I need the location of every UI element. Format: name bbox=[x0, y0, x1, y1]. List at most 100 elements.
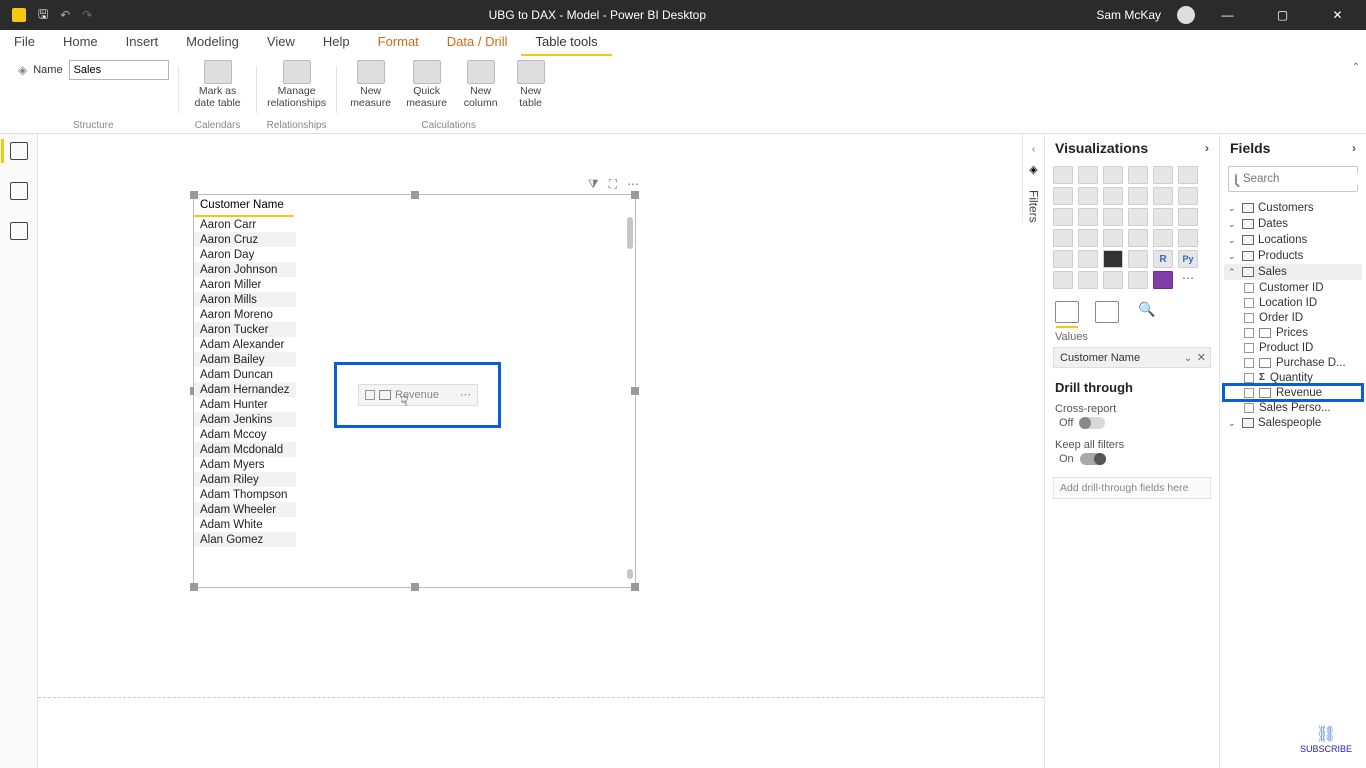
filter-icon[interactable]: ⧩ bbox=[588, 177, 599, 192]
viz-type[interactable] bbox=[1103, 229, 1123, 247]
chevron-left-icon[interactable]: ‹ bbox=[1032, 144, 1035, 155]
resize-handle[interactable] bbox=[411, 583, 419, 591]
table-sales[interactable]: ⌃Sales bbox=[1224, 264, 1362, 280]
viz-type[interactable] bbox=[1078, 250, 1098, 268]
viz-type[interactable] bbox=[1178, 229, 1198, 247]
menu-file[interactable]: File bbox=[0, 30, 49, 56]
viz-type[interactable] bbox=[1103, 187, 1123, 205]
scrollbar-thumb[interactable] bbox=[627, 569, 633, 579]
viz-type[interactable] bbox=[1103, 271, 1123, 289]
maximize-button[interactable]: ▢ bbox=[1260, 0, 1305, 30]
checkbox-icon[interactable] bbox=[1244, 358, 1254, 368]
table-dates[interactable]: ⌄Dates bbox=[1224, 216, 1362, 232]
field-order-id[interactable]: Order ID bbox=[1224, 310, 1362, 325]
menu-help[interactable]: Help bbox=[309, 30, 364, 56]
checkbox-icon[interactable] bbox=[1244, 283, 1254, 293]
fields-tool[interactable] bbox=[1055, 301, 1079, 323]
table-row[interactable]: Aaron Tucker bbox=[194, 322, 296, 337]
table-row[interactable]: Aaron Day bbox=[194, 247, 296, 262]
resize-handle[interactable] bbox=[190, 583, 198, 591]
format-tool[interactable] bbox=[1095, 301, 1119, 323]
table-row[interactable]: Adam Hunter bbox=[194, 397, 296, 412]
table-row[interactable]: Adam Thompson bbox=[194, 487, 296, 502]
viz-type[interactable] bbox=[1128, 166, 1148, 184]
report-view-icon[interactable] bbox=[10, 142, 28, 160]
viz-type[interactable] bbox=[1103, 166, 1123, 184]
field-quantity[interactable]: ΣQuantity bbox=[1224, 370, 1362, 385]
viz-type[interactable] bbox=[1053, 229, 1073, 247]
viz-type[interactable] bbox=[1128, 187, 1148, 205]
fields-search[interactable] bbox=[1228, 166, 1358, 192]
user-name[interactable]: Sam McKay bbox=[1096, 8, 1161, 22]
search-input[interactable] bbox=[1243, 173, 1366, 185]
viz-type[interactable] bbox=[1078, 208, 1098, 226]
field-purchase-date[interactable]: Purchase D... bbox=[1224, 355, 1362, 370]
viz-type[interactable] bbox=[1053, 208, 1073, 226]
field-location-id[interactable]: Location ID bbox=[1224, 295, 1362, 310]
keep-filters-toggle[interactable] bbox=[1080, 453, 1106, 465]
menu-view[interactable]: View bbox=[253, 30, 309, 56]
viz-type[interactable] bbox=[1153, 229, 1173, 247]
table-row[interactable]: Adam Myers bbox=[194, 457, 296, 472]
column-header[interactable]: Customer Name bbox=[194, 195, 294, 217]
table-locations[interactable]: ⌄Locations bbox=[1224, 232, 1362, 248]
report-canvas[interactable]: ⧩ ⛶ ⋯ Customer Name Aaron CarrAaron Cruz… bbox=[38, 134, 1044, 768]
viz-type[interactable] bbox=[1128, 208, 1148, 226]
viz-type-py[interactable]: Py bbox=[1178, 250, 1198, 268]
collapse-ribbon-icon[interactable]: ⌃ bbox=[1352, 62, 1360, 73]
minimize-button[interactable]: ― bbox=[1205, 0, 1250, 30]
field-product-id[interactable]: Product ID bbox=[1224, 340, 1362, 355]
scrollbar-thumb[interactable] bbox=[627, 217, 633, 249]
menu-insert[interactable]: Insert bbox=[112, 30, 173, 56]
resize-handle[interactable] bbox=[631, 387, 639, 395]
close-button[interactable]: ✕ bbox=[1315, 0, 1360, 30]
mark-as-date-button[interactable]: Mark as date table bbox=[189, 60, 247, 109]
menu-home[interactable]: Home bbox=[49, 30, 112, 56]
checkbox-icon[interactable] bbox=[1244, 403, 1254, 413]
new-table-button[interactable]: New table bbox=[511, 60, 551, 109]
viz-type[interactable] bbox=[1078, 271, 1098, 289]
subscribe-badge[interactable]: ⛓ SUBSCRIBE bbox=[1300, 724, 1352, 754]
drill-through-dropzone[interactable]: Add drill-through fields here bbox=[1053, 477, 1211, 499]
viz-type[interactable] bbox=[1053, 250, 1073, 268]
viz-type[interactable] bbox=[1053, 271, 1073, 289]
table-products[interactable]: ⌄Products bbox=[1224, 248, 1362, 264]
table-customers[interactable]: ⌄Customers bbox=[1224, 200, 1362, 216]
data-view-icon[interactable] bbox=[10, 182, 28, 200]
table-row[interactable]: Aaron Cruz bbox=[194, 232, 296, 247]
manage-relationships-button[interactable]: Manage relationships bbox=[268, 60, 326, 109]
viz-type[interactable] bbox=[1153, 208, 1173, 226]
checkbox-icon[interactable] bbox=[1244, 328, 1254, 338]
user-avatar-icon[interactable] bbox=[1177, 6, 1195, 24]
table-row[interactable]: Aaron Carr bbox=[194, 217, 296, 232]
menu-format[interactable]: Format bbox=[364, 30, 433, 56]
name-input[interactable] bbox=[69, 60, 169, 80]
table-row[interactable]: Adam White bbox=[194, 517, 296, 532]
viz-type[interactable] bbox=[1153, 187, 1173, 205]
table-row[interactable]: Aaron Mills bbox=[194, 292, 296, 307]
filters-pane-collapsed[interactable]: ‹ ◈ Filters bbox=[1022, 134, 1044, 223]
viz-type[interactable] bbox=[1078, 229, 1098, 247]
viz-type[interactable] bbox=[1178, 208, 1198, 226]
table-row[interactable]: Adam Alexander bbox=[194, 337, 296, 352]
viz-type-r[interactable]: R bbox=[1153, 250, 1173, 268]
table-row[interactable]: Aaron Johnson bbox=[194, 262, 296, 277]
viz-type-table[interactable] bbox=[1103, 250, 1123, 268]
resize-handle[interactable] bbox=[631, 583, 639, 591]
model-view-icon[interactable] bbox=[10, 222, 28, 240]
new-column-button[interactable]: New column bbox=[459, 60, 503, 109]
new-measure-button[interactable]: New measure bbox=[347, 60, 395, 109]
chevron-down-icon[interactable]: ⌄ bbox=[1184, 353, 1192, 364]
save-icon[interactable]: 🖫 bbox=[38, 5, 48, 26]
more-options-icon[interactable]: ⋯ bbox=[627, 177, 639, 192]
table-row[interactable]: Adam Hernandez bbox=[194, 382, 296, 397]
checkbox-icon[interactable] bbox=[1244, 298, 1254, 308]
table-row[interactable]: Adam Mccoy bbox=[194, 427, 296, 442]
menu-modeling[interactable]: Modeling bbox=[172, 30, 253, 56]
viz-type[interactable] bbox=[1078, 166, 1098, 184]
viz-type[interactable] bbox=[1128, 250, 1148, 268]
viz-type[interactable] bbox=[1053, 166, 1073, 184]
table-row[interactable]: Aaron Moreno bbox=[194, 307, 296, 322]
viz-type[interactable] bbox=[1153, 166, 1173, 184]
resize-handle[interactable] bbox=[631, 191, 639, 199]
